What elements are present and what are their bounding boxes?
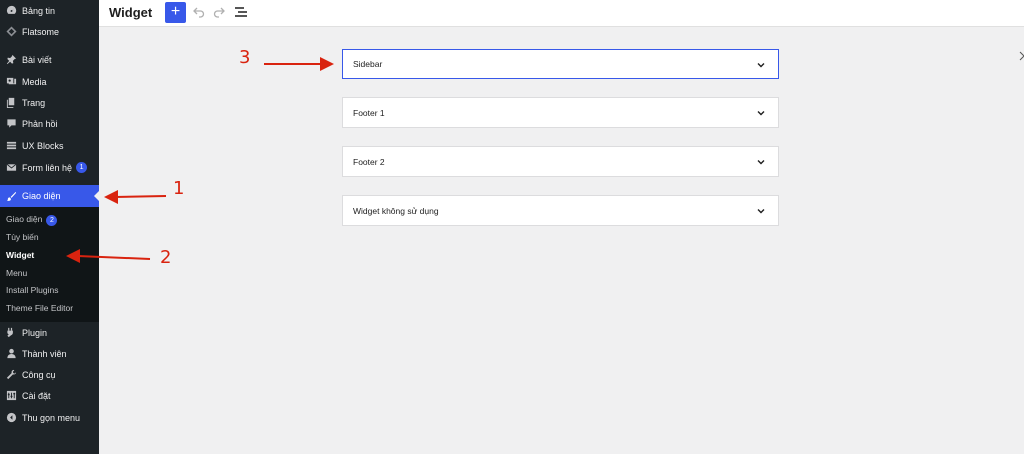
menu-item-comments[interactable]: Phản hồi — [0, 113, 99, 134]
add-block-button[interactable]: + — [165, 2, 186, 23]
brush-icon — [5, 190, 17, 202]
menu-item-tools[interactable]: Công cụ — [0, 364, 99, 385]
menu-item-settings[interactable]: Cài đặt — [0, 385, 99, 406]
submenu-item-install-plugins[interactable]: Install Plugins — [6, 285, 58, 295]
editor-header: Widget + — [99, 0, 1024, 27]
submenu-item-theme-file-editor[interactable]: Theme File Editor — [6, 303, 73, 313]
widget-area-title: Sidebar — [353, 59, 383, 69]
plugin-icon — [5, 327, 17, 339]
chevron-down-icon — [757, 111, 765, 116]
menu-item-posts[interactable]: Bài viết — [0, 49, 99, 70]
comment-icon — [5, 118, 17, 130]
menu-item-dashboard[interactable]: Bảng tin — [0, 0, 99, 21]
menu-item-plugins[interactable]: Plugin — [0, 322, 99, 343]
menu-label: Flatsome — [22, 26, 60, 37]
chevron-down-icon — [757, 63, 765, 68]
list-view-icon[interactable] — [233, 4, 249, 20]
menu-label: Bài viết — [22, 54, 52, 65]
menu-label: UX Blocks — [22, 140, 64, 151]
blocks-icon — [5, 140, 17, 152]
widget-area-footer-2[interactable]: Footer 2 — [342, 146, 779, 177]
collapse-menu-button[interactable]: Thu gọn menu — [0, 407, 99, 428]
media-icon — [5, 76, 17, 88]
menu-item-media[interactable]: Media — [0, 71, 99, 92]
menu-item-appearance[interactable]: Giao diện — [0, 185, 99, 207]
submenu-item-customize[interactable]: Tùy biến — [6, 232, 39, 242]
submenu-item-menu[interactable]: Menu — [6, 268, 27, 278]
admin-sidebar: Bảng tin Flatsome Bài viết Media Trang P… — [0, 0, 99, 454]
menu-label: Thu gọn menu — [22, 412, 81, 423]
menu-item-ux-blocks[interactable]: UX Blocks — [0, 135, 99, 156]
update-badge: 2 — [46, 215, 58, 226]
menu-item-flatsome[interactable]: Flatsome — [0, 21, 99, 42]
menu-label: Trang — [22, 97, 46, 108]
menu-item-users[interactable]: Thành viên — [0, 343, 99, 364]
undo-icon[interactable] — [191, 4, 207, 20]
notification-badge: 1 — [76, 162, 88, 173]
menu-item-contact-form[interactable]: Form liên hệ 1 — [0, 157, 99, 178]
widget-area-footer-1[interactable]: Footer 1 — [342, 97, 779, 128]
page-title: Widget — [109, 5, 153, 20]
mail-icon — [5, 162, 17, 174]
dashboard-icon — [5, 5, 17, 17]
chevron-down-icon — [757, 160, 765, 165]
menu-label: Giao diện — [22, 191, 61, 201]
menu-label: Thành viên — [22, 348, 67, 359]
widget-area-title: Widget không sử dụng — [353, 205, 439, 216]
page-icon — [5, 97, 17, 109]
widget-area-title: Footer 1 — [353, 107, 385, 118]
submenu-item-themes[interactable]: Giao diện 2 — [6, 214, 58, 226]
flatsome-icon — [5, 26, 17, 38]
settings-icon — [5, 390, 17, 402]
menu-label: Plugin — [22, 327, 48, 338]
widget-area-unused[interactable]: Widget không sử dụng — [342, 195, 779, 226]
wrench-icon — [5, 369, 17, 381]
menu-item-pages[interactable]: Trang — [0, 92, 99, 113]
arrow-3 — [264, 57, 334, 71]
collapse-icon — [5, 412, 17, 424]
widget-area-sidebar[interactable]: Sidebar — [342, 49, 779, 79]
menu-label: Form liên hệ — [22, 162, 73, 173]
menu-label: Công cụ — [22, 369, 56, 380]
arrow-1 — [104, 190, 167, 204]
menu-label: Cài đặt — [22, 390, 51, 401]
submenu-item-widget[interactable]: Widget — [6, 250, 34, 260]
user-icon — [5, 348, 17, 360]
pin-icon — [5, 54, 17, 66]
annotation-number-2: 2 — [160, 247, 172, 268]
annotation-number-1: 1 — [173, 178, 185, 199]
chevron-down-icon — [757, 209, 765, 214]
annotation-number-3: 3 — [239, 47, 251, 68]
redo-icon[interactable] — [211, 4, 227, 20]
widget-area-title: Footer 2 — [353, 156, 385, 167]
menu-label: Bảng tin — [22, 5, 56, 16]
menu-label: Phản hồi — [22, 118, 58, 129]
menu-label: Media — [22, 76, 47, 87]
